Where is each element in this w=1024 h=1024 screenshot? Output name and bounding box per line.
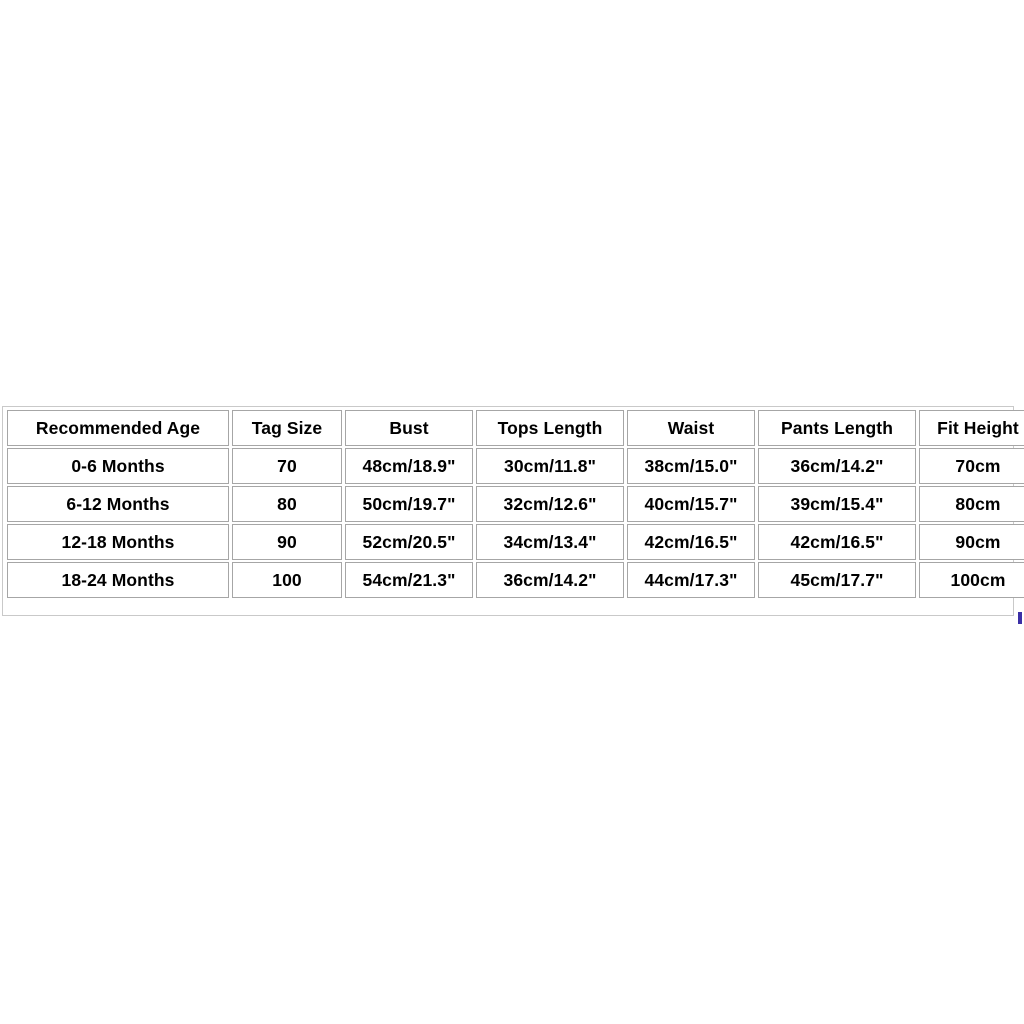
column-header-tops-length: Tops Length	[476, 410, 624, 446]
cell-waist: 44cm/17.3"	[627, 562, 755, 598]
cell-waist: 40cm/15.7"	[627, 486, 755, 522]
cell-recommended-age: 6-12 Months	[7, 486, 229, 522]
cell-tag-size: 70	[232, 448, 342, 484]
table-header-row: Recommended Age Tag Size Bust Tops Lengt…	[7, 410, 1024, 446]
column-header-recommended-age: Recommended Age	[7, 410, 229, 446]
cell-waist: 38cm/15.0"	[627, 448, 755, 484]
column-header-bust: Bust	[345, 410, 473, 446]
cell-bust: 52cm/20.5"	[345, 524, 473, 560]
baby-clothing-size-chart: Recommended Age Tag Size Bust Tops Lengt…	[4, 408, 1024, 600]
cell-recommended-age: 0-6 Months	[7, 448, 229, 484]
cell-bust: 54cm/21.3"	[345, 562, 473, 598]
cell-tag-size: 100	[232, 562, 342, 598]
table-row: 12-18 Months 90 52cm/20.5" 34cm/13.4" 42…	[7, 524, 1024, 560]
edge-artifact-mark	[1018, 612, 1022, 624]
cell-fit-height: 100cm	[919, 562, 1024, 598]
cell-tag-size: 90	[232, 524, 342, 560]
cell-tops-length: 30cm/11.8"	[476, 448, 624, 484]
cell-pants-length: 36cm/14.2"	[758, 448, 916, 484]
cell-tops-length: 34cm/13.4"	[476, 524, 624, 560]
cell-recommended-age: 12-18 Months	[7, 524, 229, 560]
column-header-pants-length: Pants Length	[758, 410, 916, 446]
column-header-waist: Waist	[627, 410, 755, 446]
cell-pants-length: 42cm/16.5"	[758, 524, 916, 560]
size-chart-container: Recommended Age Tag Size Bust Tops Lengt…	[2, 406, 1024, 616]
cell-fit-height: 70cm	[919, 448, 1024, 484]
table-row: 18-24 Months 100 54cm/21.3" 36cm/14.2" 4…	[7, 562, 1024, 598]
cell-pants-length: 39cm/15.4"	[758, 486, 916, 522]
cell-bust: 50cm/19.7"	[345, 486, 473, 522]
column-header-tag-size: Tag Size	[232, 410, 342, 446]
cell-tag-size: 80	[232, 486, 342, 522]
table-row: 0-6 Months 70 48cm/18.9" 30cm/11.8" 38cm…	[7, 448, 1024, 484]
cell-fit-height: 80cm	[919, 486, 1024, 522]
cell-tops-length: 32cm/12.6"	[476, 486, 624, 522]
table-row: 6-12 Months 80 50cm/19.7" 32cm/12.6" 40c…	[7, 486, 1024, 522]
cell-tops-length: 36cm/14.2"	[476, 562, 624, 598]
cell-bust: 48cm/18.9"	[345, 448, 473, 484]
column-header-fit-height: Fit Height	[919, 410, 1024, 446]
cell-recommended-age: 18-24 Months	[7, 562, 229, 598]
cell-waist: 42cm/16.5"	[627, 524, 755, 560]
cell-pants-length: 45cm/17.7"	[758, 562, 916, 598]
cell-fit-height: 90cm	[919, 524, 1024, 560]
